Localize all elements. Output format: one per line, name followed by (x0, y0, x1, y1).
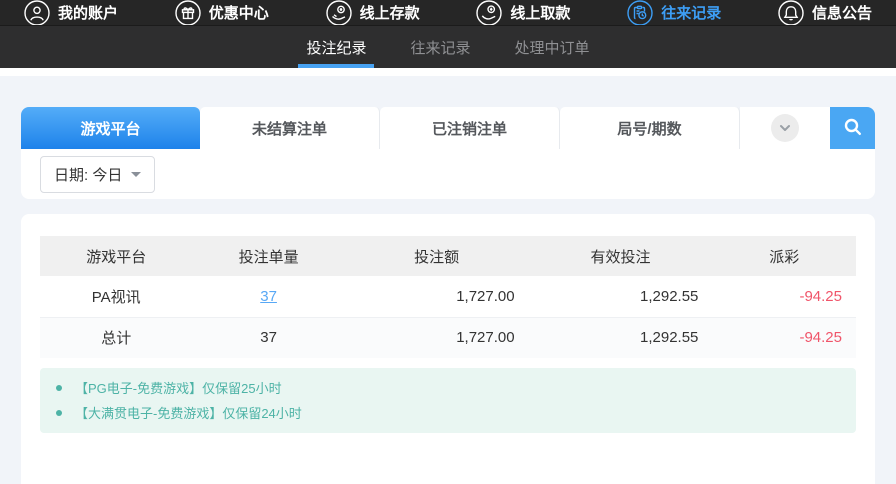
date-filter-label: 日期: 今日 (54, 164, 122, 185)
records-icon (627, 0, 653, 26)
col-header-bet-count: 投注单量 (192, 236, 344, 276)
search-button[interactable] (830, 107, 875, 149)
caret-down-icon (131, 172, 141, 177)
main-content: 游戏平台 未结算注单 已注销注单 局号/期数 日期: 今日 (0, 76, 896, 484)
nav-label: 线上存款 (360, 2, 420, 23)
cell-platform: PA视讯 (40, 276, 192, 317)
deposit-icon (326, 0, 352, 26)
nav-label: 线上取款 (510, 2, 570, 23)
user-icon (24, 0, 50, 26)
cell-total-amount: 1,727.00 (345, 317, 529, 358)
top-navbar: 我的账户 优惠中心 线上存款 (0, 0, 896, 26)
filter-tabs: 游戏平台 未结算注单 已注销注单 局号/期数 (21, 107, 875, 149)
nav-label: 信息公告 (812, 2, 872, 23)
nav-my-account[interactable]: 我的账户 (24, 0, 118, 26)
table-total-row: 总计 37 1,727.00 1,292.55 -94.25 (40, 317, 856, 358)
promo-notes: 【PG电子-免费游戏】仅保留25小时 【大满贯电子-免费游戏】仅保留24小时 (40, 368, 856, 433)
note-item: 【PG电子-免费游戏】仅保留25小时 (40, 375, 856, 400)
note-text: 【PG电子-免费游戏】仅保留25小时 (75, 378, 282, 397)
records-subnav: 投注纪录 往来记录 处理中订单 (0, 26, 896, 68)
col-header-bet-amount: 投注额 (345, 236, 529, 276)
bet-count-link[interactable]: 37 (260, 288, 277, 305)
subnav-betting-records[interactable]: 投注纪录 (298, 26, 374, 68)
tab-game-platform[interactable]: 游戏平台 (21, 107, 200, 149)
tab-label: 局号/期数 (617, 118, 681, 139)
cell-total-count: 37 (192, 317, 344, 358)
cell-total-payout: -94.25 (712, 317, 856, 358)
nav-label: 往来记录 (661, 2, 721, 23)
cell-total-valid: 1,292.55 (529, 317, 713, 358)
col-header-platform: 游戏平台 (40, 236, 192, 276)
nav-transaction-records[interactable]: 往来记录 (627, 0, 721, 26)
tab-cancelled-bets[interactable]: 已注销注单 (380, 107, 560, 149)
table-header-row: 游戏平台 投注单量 投注额 有效投注 派彩 (40, 236, 856, 276)
filter-panel: 日期: 今日 (21, 149, 875, 199)
subnav-label: 往来记录 (410, 37, 470, 58)
tab-round-number[interactable]: 局号/期数 (560, 107, 740, 149)
note-item: 【大满贯电子-免费游戏】仅保留24小时 (40, 400, 856, 425)
results-card: 游戏平台 投注单量 投注额 有效投注 派彩 PA视讯 37 1,727.00 1… (21, 214, 875, 484)
cell-payout: -94.25 (712, 276, 856, 317)
subnav-transaction-records[interactable]: 往来记录 (402, 26, 478, 68)
cell-bet-count: 37 (192, 276, 344, 317)
cell-bet-amount: 1,727.00 (345, 276, 529, 317)
chevron-down-icon (771, 114, 799, 142)
tab-label: 未结算注单 (252, 118, 327, 139)
cell-valid-bets: 1,292.55 (529, 276, 713, 317)
nav-deposit[interactable]: 线上存款 (326, 0, 420, 26)
tab-unsettled-bets[interactable]: 未结算注单 (200, 107, 380, 149)
bullet-dot-icon (56, 410, 62, 416)
more-tabs-dropdown[interactable] (740, 107, 830, 149)
nav-announcements[interactable]: 信息公告 (778, 0, 872, 26)
col-header-valid-bets: 有效投注 (529, 236, 713, 276)
header-divider-strip (0, 68, 896, 76)
bet-summary-table: 游戏平台 投注单量 投注额 有效投注 派彩 PA视讯 37 1,727.00 1… (40, 236, 856, 358)
nav-label: 我的账户 (58, 2, 118, 23)
cell-total-label: 总计 (40, 317, 192, 358)
tab-label: 已注销注单 (432, 118, 507, 139)
search-icon (842, 116, 864, 141)
date-filter-dropdown[interactable]: 日期: 今日 (40, 156, 155, 193)
subnav-label: 处理中订单 (515, 37, 590, 58)
subnav-processing-orders[interactable]: 处理中订单 (507, 26, 598, 68)
bell-icon (778, 0, 804, 26)
active-tab-underline (298, 64, 374, 68)
note-text: 【大满贯电子-免费游戏】仅保留24小时 (75, 403, 302, 422)
bullet-dot-icon (56, 385, 62, 391)
gift-icon (175, 0, 201, 26)
subnav-label: 投注纪录 (306, 37, 366, 58)
table-row: PA视讯 37 1,727.00 1,292.55 -94.25 (40, 276, 856, 317)
nav-label: 优惠中心 (209, 2, 269, 23)
nav-withdraw[interactable]: 线上取款 (476, 0, 570, 26)
nav-promotions[interactable]: 优惠中心 (175, 0, 269, 26)
tab-label: 游戏平台 (80, 118, 140, 139)
col-header-payout: 派彩 (712, 236, 856, 276)
withdraw-icon (476, 0, 502, 26)
